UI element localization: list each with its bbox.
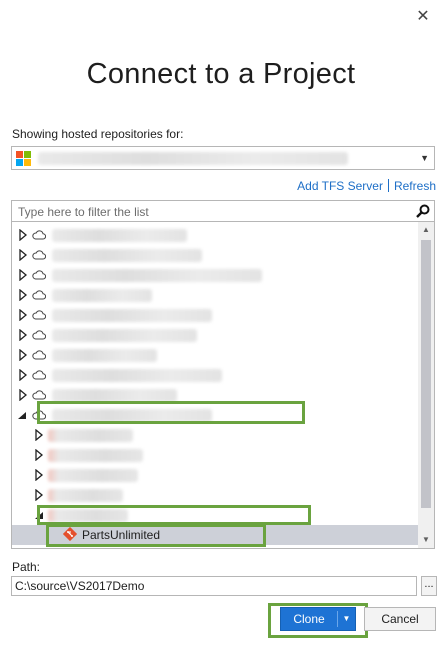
cancel-button[interactable]: Cancel (364, 607, 436, 631)
account-name-redacted (52, 229, 187, 242)
cloud-icon (32, 290, 46, 300)
account-name-redacted (52, 329, 197, 342)
tree-item[interactable] (12, 265, 418, 285)
chevron-down-icon: ▼ (420, 153, 429, 163)
filter-input[interactable] (16, 203, 410, 221)
server-links: Add TFS Server Refresh (297, 179, 436, 193)
collapse-arrow-icon[interactable] (17, 409, 27, 421)
cloud-icon (32, 390, 46, 400)
tree-item[interactable] (12, 285, 418, 305)
project-name-redacted (48, 489, 123, 502)
account-name-redacted (52, 289, 152, 302)
expand-arrow-icon[interactable] (18, 309, 28, 321)
tree-item-expanded[interactable] (12, 405, 418, 425)
expand-arrow-icon[interactable] (34, 489, 44, 501)
tree-item[interactable] (12, 245, 418, 265)
tree-item[interactable] (12, 385, 418, 405)
cloud-icon (32, 350, 46, 360)
cloud-icon (32, 230, 46, 240)
cloud-icon (32, 270, 46, 280)
account-label: Showing hosted repositories for: (12, 127, 184, 141)
connect-dialog: ✕ Connect to a Project Showing hosted re… (0, 0, 442, 645)
account-name-redacted (52, 369, 222, 382)
tree-item[interactable] (12, 325, 418, 345)
add-tfs-server-link[interactable]: Add TFS Server (297, 179, 383, 193)
filter-box (11, 200, 435, 222)
tree-item-project[interactable] (12, 485, 418, 505)
path-input[interactable]: C:\source\VS2017Demo (11, 576, 417, 596)
collapse-arrow-icon[interactable] (34, 509, 44, 521)
expand-arrow-icon[interactable] (34, 429, 44, 441)
tree-item-project[interactable] (12, 445, 418, 465)
expand-arrow-icon[interactable] (18, 249, 28, 261)
account-name-redacted (52, 249, 202, 262)
expand-arrow-icon[interactable] (34, 469, 44, 481)
cloud-icon (32, 410, 46, 420)
scroll-down-icon[interactable]: ▼ (418, 532, 434, 548)
git-repo-icon (63, 527, 77, 541)
expand-arrow-icon[interactable] (18, 329, 28, 341)
clone-button[interactable]: Clone ▼ (280, 607, 356, 631)
cloud-icon (32, 370, 46, 380)
account-name-redacted (52, 389, 177, 402)
tree-item-project[interactable] (12, 465, 418, 485)
account-name-redacted (38, 152, 348, 165)
path-label: Path: (12, 560, 41, 574)
account-dropdown[interactable]: ▼ (11, 146, 435, 170)
project-name-redacted (48, 509, 128, 522)
expand-arrow-icon[interactable] (18, 369, 28, 381)
project-name-redacted (48, 429, 133, 442)
microsoft-logo-icon (16, 151, 31, 166)
tree-item[interactable] (12, 305, 418, 325)
tree-item-repo-selected[interactable]: PartsUnlimited (12, 525, 418, 545)
tree-item[interactable] (12, 345, 418, 365)
expand-arrow-icon[interactable] (18, 349, 28, 361)
account-name-redacted (52, 349, 157, 362)
tree-item-project-expanded[interactable] (12, 505, 418, 525)
account-name-redacted (52, 309, 212, 322)
expand-arrow-icon[interactable] (18, 289, 28, 301)
link-separator (387, 179, 389, 192)
clone-label: Clone (293, 612, 325, 626)
tree-item[interactable] (12, 545, 418, 548)
expand-arrow-icon[interactable] (34, 449, 44, 461)
browse-button[interactable]: ... (421, 576, 437, 596)
expand-arrow-icon[interactable] (18, 389, 28, 401)
close-icon[interactable]: ✕ (412, 6, 434, 28)
search-icon[interactable] (416, 204, 430, 218)
tree-item-project[interactable] (12, 425, 418, 445)
chevron-down-icon[interactable]: ▼ (338, 608, 355, 630)
project-name-redacted (48, 469, 138, 482)
repo-name: PartsUnlimited (82, 528, 161, 542)
vertical-scrollbar[interactable]: ▲ ▼ (418, 222, 434, 548)
scroll-up-icon[interactable]: ▲ (418, 222, 434, 238)
cloud-icon (32, 310, 46, 320)
scrollbar-thumb[interactable] (421, 240, 431, 508)
refresh-link[interactable]: Refresh (394, 179, 436, 193)
project-name-redacted (48, 449, 143, 462)
account-name-redacted (52, 409, 212, 422)
account-name-redacted (52, 269, 262, 282)
expand-arrow-icon[interactable] (18, 229, 28, 241)
tree-item[interactable] (12, 225, 418, 245)
expand-arrow-icon[interactable] (18, 269, 28, 281)
cloud-icon (32, 330, 46, 340)
repository-tree[interactable]: PartsUnlimited ▲ ▼ (11, 222, 435, 549)
tree-item[interactable] (12, 365, 418, 385)
cloud-icon (32, 250, 46, 260)
dialog-title: Connect to a Project (86, 58, 356, 90)
